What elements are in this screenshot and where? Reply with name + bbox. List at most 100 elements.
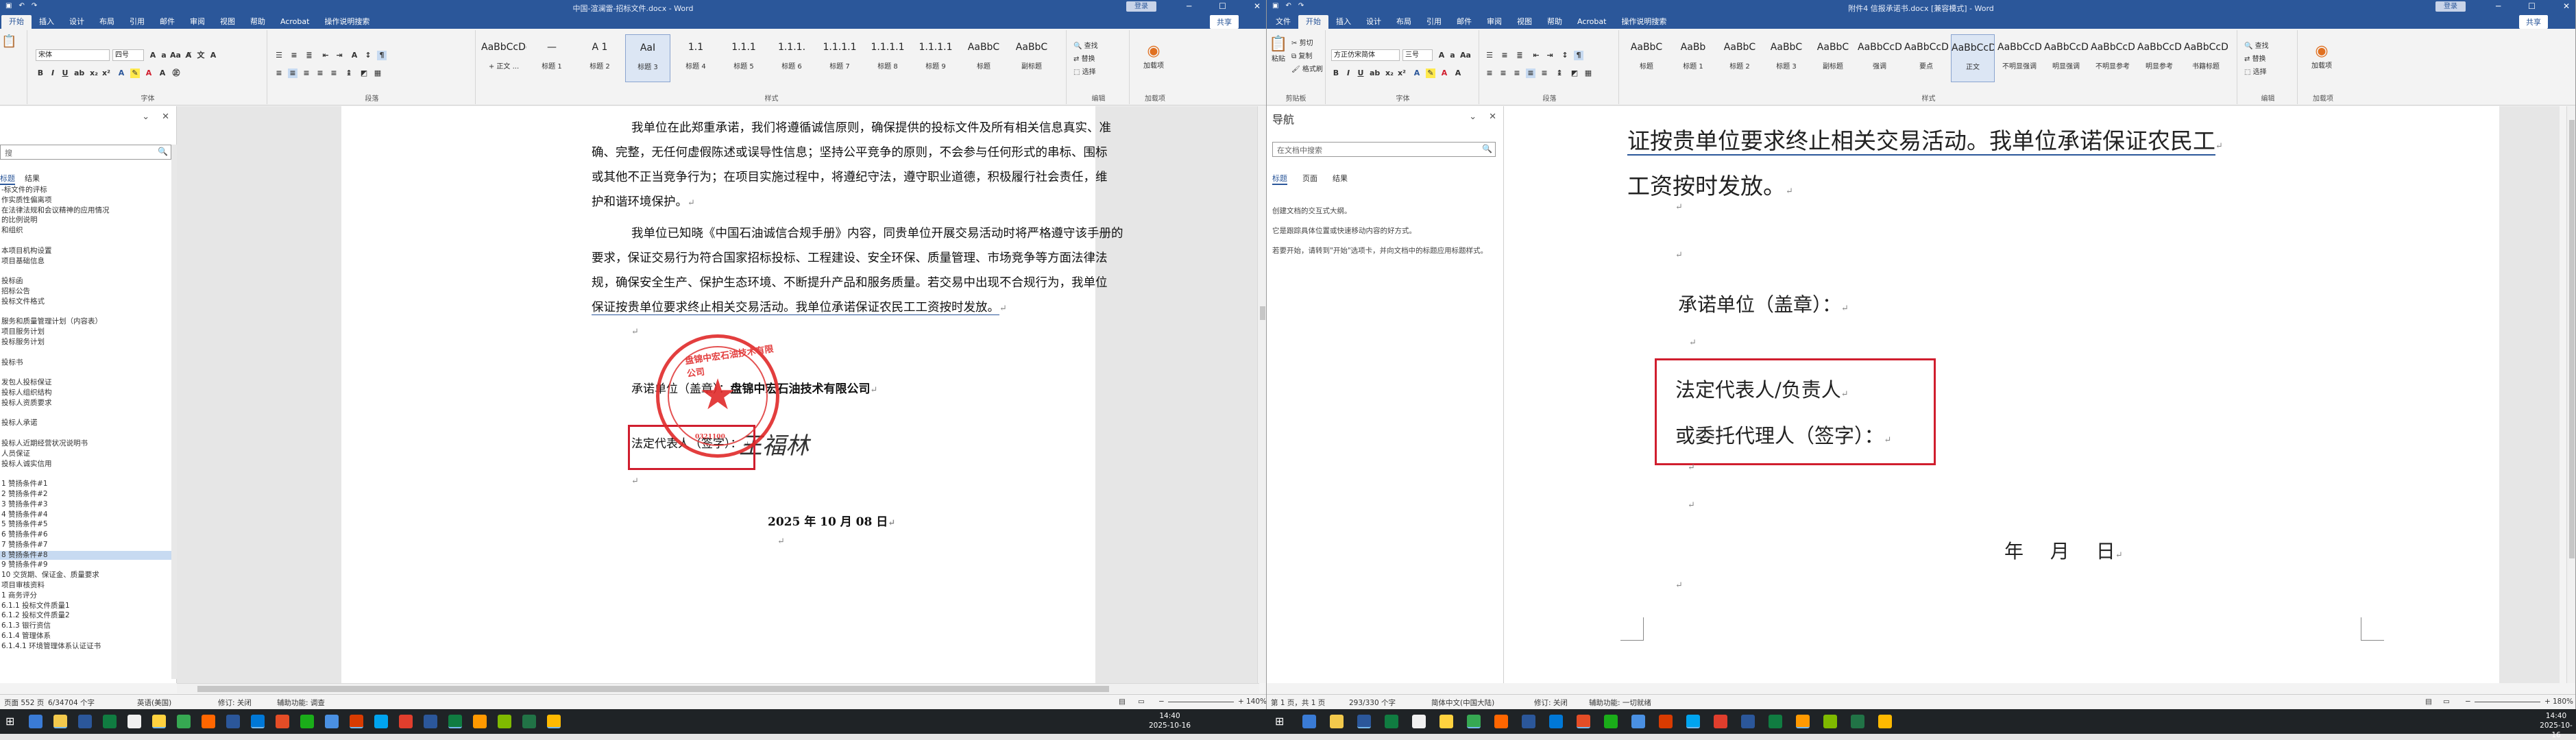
shading-icon[interactable]: ◩	[359, 69, 369, 78]
taskbar-app-icon[interactable]	[29, 715, 42, 728]
style-gallery-item[interactable]: AaBbC 副标题	[1811, 34, 1855, 82]
word-count[interactable]: 6/34704 个字	[48, 698, 95, 708]
font-name-box[interactable]: 宋体	[36, 49, 110, 61]
zoom-plus-icon[interactable]: +	[2544, 698, 2551, 706]
multilevel-list-icon[interactable]: ≣	[1515, 51, 1524, 60]
taskbar-app-icon[interactable]	[325, 715, 339, 728]
taskbar-app-icon[interactable]	[1385, 715, 1398, 728]
taskbar-app-icon[interactable]	[300, 715, 314, 728]
char-shading-icon[interactable]: A	[1453, 69, 1463, 78]
bullets-icon[interactable]: ☰	[274, 51, 284, 60]
document-page[interactable]: 证按贵单位要求终止相关交易活动。我单位承诺保证农民工↵ 工资按时发放。↵ ↵ ↵…	[1504, 106, 2499, 683]
taskbar-app-icon[interactable]	[1302, 715, 1316, 728]
taskbar-app-icon[interactable]	[1659, 715, 1673, 728]
numbering-icon[interactable]: ≡	[1500, 51, 1509, 60]
read-mode-icon[interactable]: ▭	[1138, 698, 1145, 706]
taskbar-app-icon[interactable]	[1412, 715, 1426, 728]
subscript-icon[interactable]: x₂	[1385, 69, 1394, 78]
ribbon-tab-9[interactable]: 帮助	[1540, 15, 1570, 29]
nav-heading-item[interactable]	[0, 308, 171, 317]
shrink-font-icon[interactable]: a	[1448, 51, 1457, 60]
nav-heading-item[interactable]	[0, 469, 171, 478]
nav-tab-headings[interactable]: 标题	[0, 173, 15, 185]
bold-icon[interactable]: B	[1331, 69, 1341, 78]
align-center-icon[interactable]: ≡	[288, 69, 297, 78]
style-gallery-item[interactable]: 1.1.1.1 标题 7	[817, 34, 862, 82]
ribbon-tab-8[interactable]: 视图	[1509, 15, 1540, 29]
strikethrough-icon[interactable]: ab	[74, 69, 84, 78]
taskbar-app-icon[interactable]	[473, 715, 487, 728]
taskbar-app-icon[interactable]	[1878, 715, 1892, 728]
page-count[interactable]: 第 1 页，共 1 页	[1271, 698, 1325, 708]
taskbar-app-icon[interactable]	[547, 715, 561, 728]
taskbar-app-icon[interactable]	[424, 715, 437, 728]
taskbar-app-icon[interactable]	[177, 715, 191, 728]
align-right-icon[interactable]: ≡	[1512, 69, 1522, 78]
language-status[interactable]: 简体中文(中国大陆)	[1431, 698, 1494, 708]
style-gallery-item[interactable]: AaI 标题 3	[625, 34, 670, 82]
clear-format-icon[interactable]: A̸	[184, 51, 193, 60]
taskbar-app-icon[interactable]	[276, 715, 289, 728]
nav-heading-item[interactable]: 的比例说明	[0, 216, 171, 225]
taskbar-app-icon[interactable]	[1686, 715, 1700, 728]
nav-heading-item[interactable]: 作实质性偏离项	[0, 196, 171, 205]
nav-heading-item[interactable]: 4 赞扬条件#4	[0, 510, 171, 519]
bold-icon[interactable]: B	[36, 69, 45, 78]
taskbar-app-icon[interactable]	[1604, 715, 1618, 728]
style-gallery-item[interactable]: AaBbCcDc 强调	[1858, 34, 1901, 82]
style-gallery-item[interactable]: AaBb 标题 1	[1671, 34, 1715, 82]
ribbon-tab-6[interactable]: 邮件	[1449, 15, 1479, 29]
style-gallery-item[interactable]: 1.1.1.1 标题 8	[865, 34, 910, 82]
font-name-box[interactable]: 方正仿宋简体	[1331, 49, 1400, 61]
word-count[interactable]: 293/330 个字	[1349, 698, 1396, 708]
increase-indent-icon[interactable]: ⇥	[1545, 51, 1555, 60]
char-border-icon[interactable]: A	[208, 51, 218, 60]
nav-heading-item[interactable]: 投标服务计划	[0, 338, 171, 347]
addin-button[interactable]: ◉ 加载项	[1137, 42, 1171, 70]
replace-button[interactable]: ⇄ 替换	[2244, 53, 2269, 66]
nav-heading-item[interactable]	[0, 409, 171, 418]
borders-icon[interactable]: ▦	[1583, 69, 1593, 78]
maximize-icon[interactable]: ☐	[2528, 1, 2536, 11]
nav-heading-item[interactable]: 3 赞扬条件#3	[0, 500, 171, 509]
taskbar-clock-2[interactable]: 14:40 2025-10-16	[2536, 711, 2576, 740]
nav-heading-item[interactable]: 投标人组织结构	[0, 388, 171, 397]
justify-icon[interactable]: ≡	[315, 69, 325, 78]
taskbar-app-icon[interactable]	[374, 715, 388, 728]
taskbar-app-icon[interactable]	[1522, 715, 1535, 728]
addin-button[interactable]: ◉ 加载项	[2305, 42, 2339, 70]
taskbar-app-icon[interactable]	[1823, 715, 1837, 728]
nav-heading-item[interactable]: 7 赞扬条件#7	[0, 541, 171, 550]
vertical-scrollbar[interactable]	[2566, 106, 2575, 683]
taskbar-app-icon[interactable]	[1631, 715, 1645, 728]
nav-heading-item[interactable]: 招标公告	[0, 287, 171, 296]
ribbon-tab-6[interactable]: 审阅	[182, 15, 212, 29]
nav-heading-item[interactable]	[0, 348, 171, 357]
zoom-minus-icon[interactable]: −	[1158, 698, 1165, 706]
nav-heading-item[interactable]: 6.1.3 银行资信	[0, 621, 171, 630]
nav-heading-item[interactable]: 5 赞扬条件#5	[0, 520, 171, 529]
share-button[interactable]: 共享	[2519, 15, 2548, 29]
taskbar-app-icon[interactable]	[1357, 715, 1371, 728]
italic-icon[interactable]: I	[48, 69, 58, 78]
nav-heading-item[interactable]: 1 赞扬条件#1	[0, 480, 171, 489]
nav-heading-item[interactable]: 9 赞扬条件#9	[0, 560, 171, 569]
search-icon[interactable]: 🔍	[1482, 144, 1492, 153]
track-changes-status[interactable]: 修订: 关闭	[1534, 698, 1568, 708]
copy-button[interactable]: ⧉ 复制	[1291, 50, 1323, 63]
style-gallery-item[interactable]: AaBbCcD 不明显参考	[2091, 34, 2135, 82]
zoom-plus-icon[interactable]: +	[1238, 698, 1244, 706]
taskbar-app-icon[interactable]	[53, 715, 67, 728]
multilevel-list-icon[interactable]: ≣	[304, 51, 314, 60]
ribbon-tab-10[interactable]: 操作说明搜索	[317, 15, 377, 29]
nav-heading-item[interactable]: 6.1.1 投标文件质量1	[0, 602, 171, 610]
italic-icon[interactable]: I	[1344, 69, 1353, 78]
select-button[interactable]: ⬚ 选择	[1073, 66, 1098, 79]
align-center-icon[interactable]: ≡	[1498, 69, 1508, 78]
style-gallery-item[interactable]: A 1 标题 2	[577, 34, 622, 82]
show-marks-icon[interactable]: ¶	[377, 51, 387, 60]
align-left-icon[interactable]: ≡	[1485, 69, 1494, 78]
shading-icon[interactable]: ◩	[1570, 69, 1579, 78]
align-right-icon[interactable]: ≡	[302, 69, 311, 78]
chinese-layout-icon[interactable]: A	[350, 51, 359, 60]
